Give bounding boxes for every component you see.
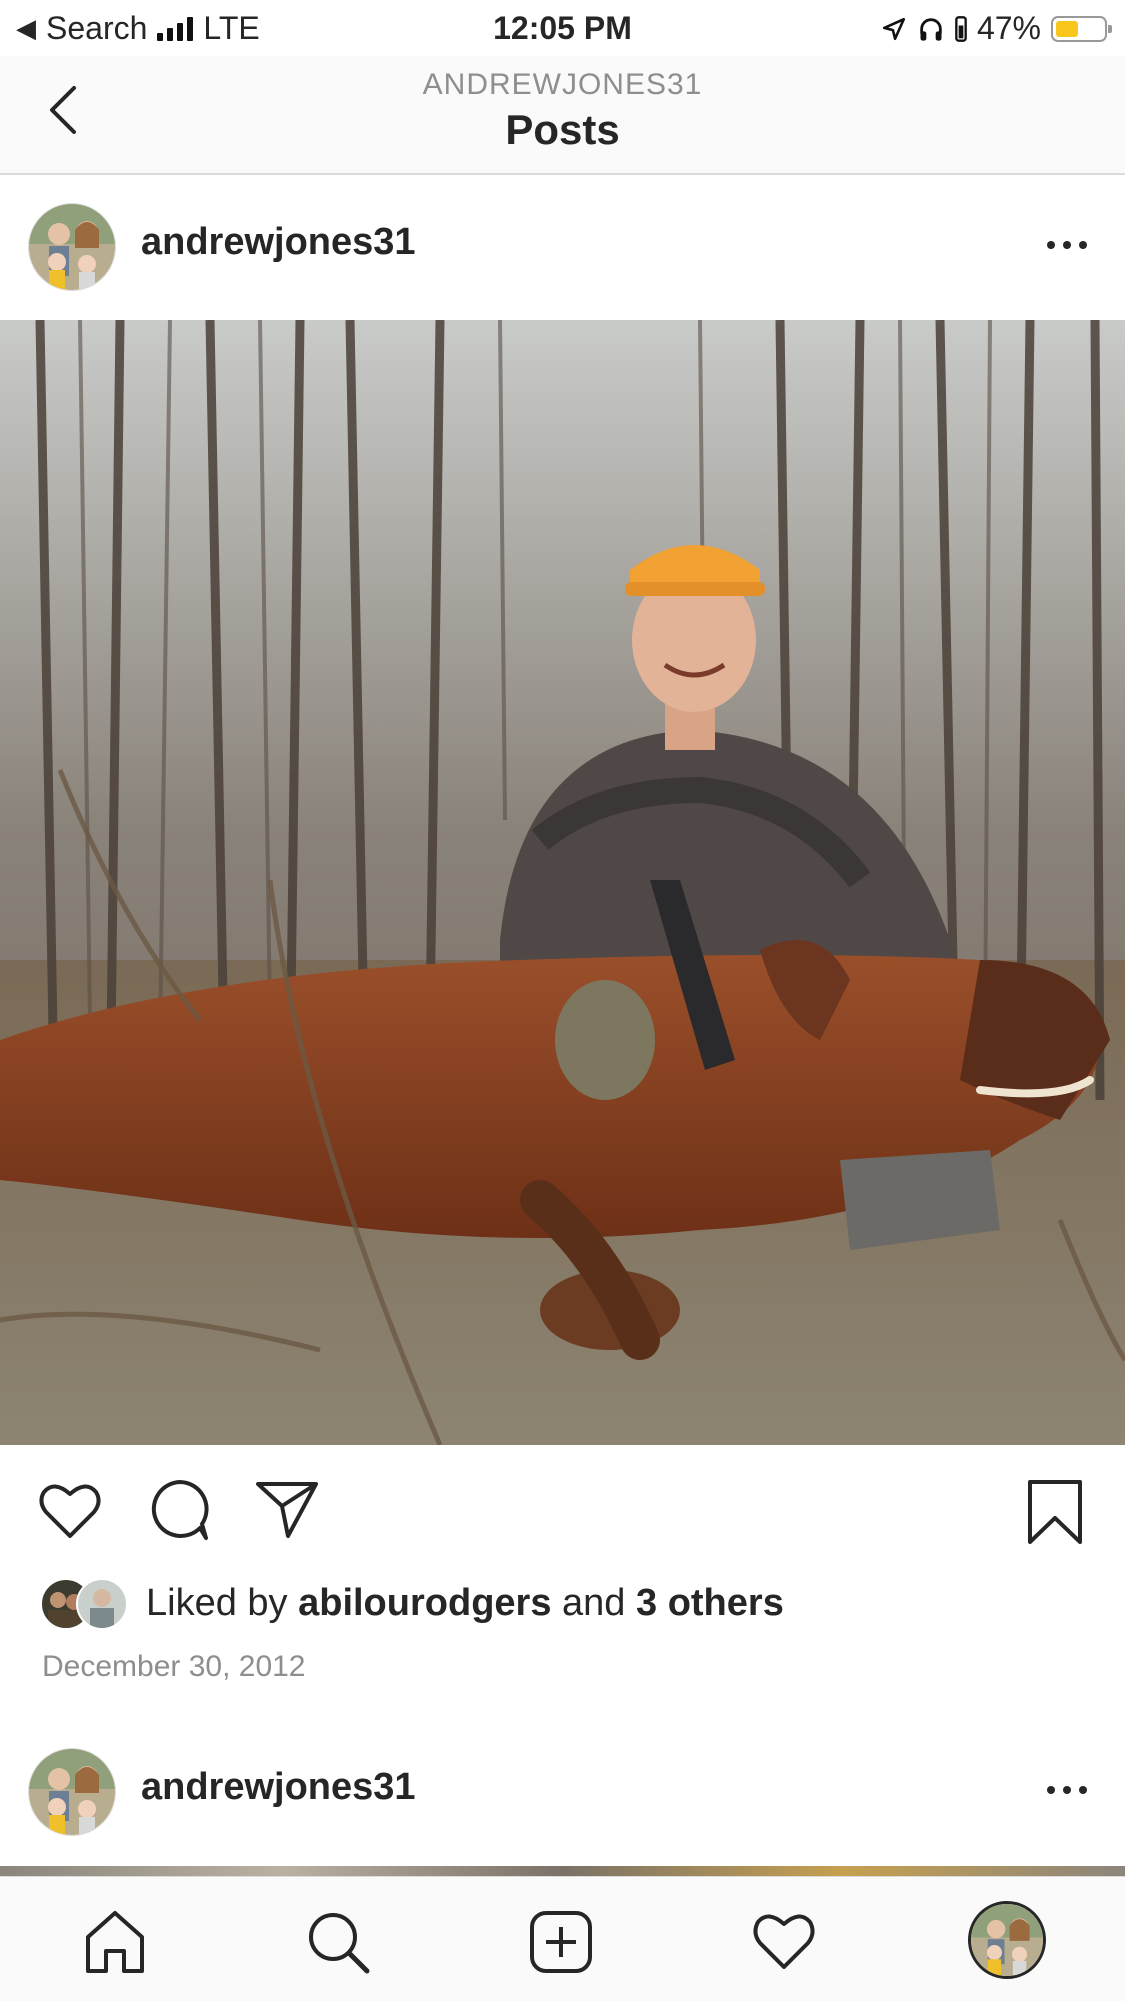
- battery-percent: 47%: [976, 10, 1041, 46]
- more-dots-icon: [1047, 1786, 1087, 1794]
- comment-button[interactable]: [148, 1478, 212, 1542]
- post-username[interactable]: andrewjones31: [141, 1766, 416, 1809]
- headphones-icon: [920, 17, 942, 41]
- post-header: andrewjones31: [0, 1720, 1125, 1865]
- heart-icon: [753, 1914, 815, 1969]
- avatar: [971, 1904, 1043, 1976]
- more-options-button[interactable]: [1045, 225, 1089, 265]
- plus-square-icon: [530, 1911, 592, 1973]
- avatar[interactable]: [28, 1748, 116, 1836]
- comment-icon: [151, 1480, 209, 1540]
- like-button[interactable]: [36, 1480, 104, 1542]
- bottom-tab-bar: [0, 1876, 1125, 2001]
- search-icon: [309, 1913, 370, 1974]
- liked-by-joiner: and: [551, 1581, 636, 1624]
- liked-by-user-link[interactable]: abilourodgers: [298, 1582, 551, 1624]
- avatar-photo: [29, 204, 115, 290]
- profile-username: ANDREWJONES31: [422, 68, 703, 101]
- post-header: andrewjones31: [0, 175, 1125, 320]
- avatar-photo: [29, 1749, 115, 1835]
- heart-icon: [39, 1484, 101, 1538]
- post-image: [0, 320, 1125, 1445]
- tab-profile[interactable]: [968, 1901, 1046, 1979]
- status-bar: ◀ Search LTE 12:05 PM 47%: [0, 0, 1125, 56]
- headphone-battery-icon: [955, 15, 967, 42]
- page-title: Posts: [505, 106, 620, 153]
- next-post-photo-edge: [0, 1866, 1125, 1876]
- battery-icon: [1051, 15, 1112, 42]
- liker-avatar: [76, 1578, 128, 1630]
- post-photo[interactable]: [0, 320, 1125, 1445]
- more-dots-icon: [1047, 241, 1087, 249]
- likes-summary[interactable]: Liked by abilourodgers and 3 others: [40, 1578, 784, 1630]
- liker-avatars: [40, 1578, 128, 1630]
- bookmark-icon: [1028, 1480, 1082, 1544]
- post-date: December 30, 2012: [42, 1650, 306, 1683]
- status-right: 47%: [881, 10, 1112, 47]
- tab-search[interactable]: [303, 1907, 373, 1977]
- liked-by-others-link[interactable]: 3 others: [636, 1582, 784, 1624]
- liked-by-text: Liked by abilourodgers and 3 others: [146, 1582, 784, 1625]
- page-header: ANDREWJONES31 Posts: [0, 56, 1125, 175]
- location-icon: [882, 17, 906, 40]
- share-button[interactable]: [254, 1478, 320, 1540]
- avatar[interactable]: [28, 203, 116, 291]
- save-button[interactable]: [1026, 1478, 1084, 1546]
- paper-plane-icon: [256, 1482, 318, 1538]
- tab-activity[interactable]: [749, 1907, 819, 1977]
- more-options-button[interactable]: [1045, 1770, 1089, 1810]
- tab-home[interactable]: [80, 1907, 150, 1977]
- post-username[interactable]: andrewjones31: [141, 221, 416, 264]
- tab-new-post[interactable]: [526, 1907, 596, 1977]
- home-icon: [86, 1911, 144, 1973]
- liked-by-prefix: Liked by: [146, 1581, 299, 1624]
